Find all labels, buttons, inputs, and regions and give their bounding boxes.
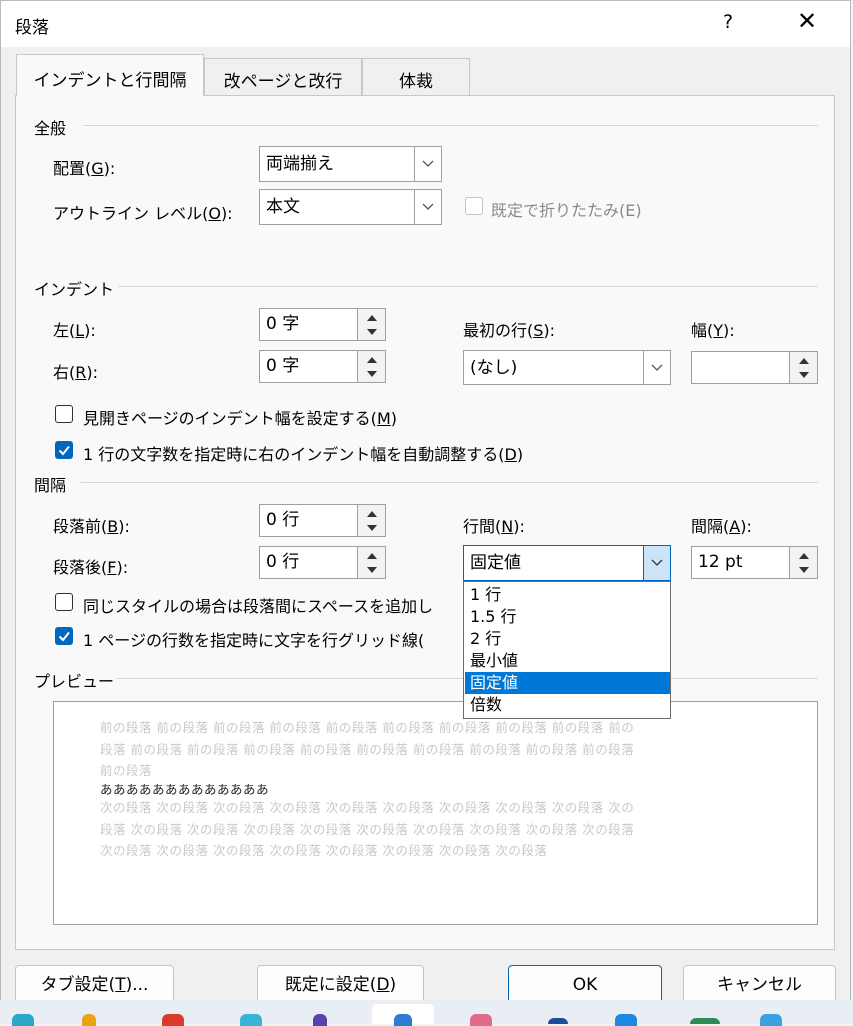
- auto-adjust-indent-label: 1 行の文字数を指定時に右のインデント幅を自動調整する(D): [83, 445, 524, 464]
- taskbar-app-icon[interactable]: [615, 1014, 637, 1026]
- taskbar-app-icon[interactable]: [548, 1018, 568, 1024]
- spacing-before-spinner[interactable]: 0 行: [259, 504, 386, 537]
- cancel-button[interactable]: キャンセル: [683, 965, 836, 1005]
- option-exactly[interactable]: 固定値: [465, 672, 670, 694]
- collapse-default-checkbox[interactable]: [465, 197, 483, 215]
- word-app-icon[interactable]: [394, 1014, 412, 1026]
- first-line-select[interactable]: (なし): [463, 350, 671, 385]
- option-double[interactable]: 2 行: [465, 628, 670, 650]
- taskbar-app-icon[interactable]: [240, 1014, 262, 1026]
- group-heading-indent: インデント: [34, 280, 115, 299]
- alignment-select[interactable]: 両端揃え: [259, 146, 442, 182]
- spin-down-icon[interactable]: [790, 368, 817, 384]
- tab-line-page-breaks[interactable]: 改ページと改行: [204, 58, 362, 95]
- chevron-down-icon[interactable]: [414, 190, 441, 224]
- spacing-before-label: 段落前(B):: [53, 517, 130, 536]
- preview-line: 次の段落 次の段落 次の段落 次の段落 次の段落 次の段落 次の段落 次の段落 …: [100, 800, 635, 815]
- ok-button[interactable]: OK: [508, 965, 662, 1005]
- chevron-down-icon[interactable]: [643, 351, 670, 384]
- snap-to-grid-checkbox[interactable]: [55, 627, 73, 645]
- mirror-indents-label: 見開きページのインデント幅を設定する(M): [83, 409, 397, 428]
- collapse-default-label: 既定で折りたたみ(E): [491, 201, 642, 220]
- help-button[interactable]: ?: [723, 11, 733, 33]
- group-heading-spacing: 間隔: [34, 476, 67, 495]
- title-bar: 段落 ? ✕: [1, 1, 850, 47]
- taskbar-app-icon[interactable]: [470, 1014, 492, 1026]
- taskbar-app-icon[interactable]: [162, 1014, 184, 1026]
- chevron-down-icon[interactable]: [414, 147, 441, 181]
- spacing-at-spinner[interactable]: 12 pt: [691, 546, 818, 579]
- spacing-after-label: 段落後(F):: [53, 558, 129, 577]
- taskbar-app-icon[interactable]: [690, 1018, 720, 1024]
- tab-asian-typography[interactable]: 体裁: [362, 58, 470, 95]
- spin-down-icon[interactable]: [358, 521, 385, 537]
- preview-line: 段落 次の段落 次の段落 次の段落 次の段落 次の段落 次の段落 次の段落 次の…: [100, 822, 635, 837]
- set-as-default-button[interactable]: 既定に設定(D): [257, 965, 424, 1005]
- tab-indent-spacing[interactable]: インデントと行間隔: [16, 54, 204, 96]
- mirror-indents-checkbox[interactable]: [55, 405, 73, 423]
- alignment-label: 配置(G):: [53, 159, 116, 178]
- outline-level-label: アウトライン レベル(O):: [53, 204, 233, 223]
- line-spacing-select[interactable]: 固定値: [463, 545, 671, 581]
- option-at-least[interactable]: 最小値: [465, 650, 670, 672]
- preview-box: 前の段落 前の段落 前の段落 前の段落 前の段落 前の段落 前の段落 前の段落 …: [53, 701, 818, 925]
- spacing-at-label: 間隔(A):: [691, 517, 752, 536]
- line-spacing-label: 行間(N):: [463, 517, 525, 536]
- checkmark-icon: [58, 631, 70, 642]
- no-space-same-style-label: 同じスタイルの場合は段落間にスペースを追加し: [83, 597, 434, 616]
- outline-level-select[interactable]: 本文: [259, 189, 442, 225]
- indent-width-label: 幅(Y):: [691, 321, 735, 340]
- spin-up-icon[interactable]: [358, 351, 385, 367]
- close-button[interactable]: ✕: [797, 7, 817, 35]
- first-line-label: 最初の行(S):: [463, 321, 556, 340]
- spin-down-icon[interactable]: [358, 563, 385, 579]
- preview-line: 前の段落 前の段落 前の段落 前の段落 前の段落 前の段落 前の段落 前の段落 …: [100, 720, 635, 735]
- taskbar-app-icon[interactable]: [313, 1014, 327, 1026]
- spin-down-icon[interactable]: [790, 563, 817, 579]
- line-spacing-dropdown-list: 1 行 1.5 行 2 行 最小値 固定値 倍数: [463, 581, 671, 719]
- preview-line: 前の段落: [100, 763, 153, 778]
- spin-down-icon[interactable]: [358, 367, 385, 383]
- spin-up-icon[interactable]: [358, 547, 385, 563]
- indent-left-label: 左(L):: [53, 321, 96, 340]
- taskbar-app-icon[interactable]: [82, 1014, 96, 1026]
- spin-up-icon[interactable]: [358, 309, 385, 325]
- group-heading-preview: プレビュー: [34, 672, 115, 691]
- spin-up-icon[interactable]: [358, 505, 385, 521]
- indent-left-spinner[interactable]: 0 字: [259, 308, 386, 341]
- group-heading-general: 全般: [34, 119, 67, 138]
- taskbar: [0, 1000, 853, 1026]
- chevron-down-icon[interactable]: [643, 546, 670, 580]
- preview-line: 次の段落 次の段落 次の段落 次の段落 次の段落 次の段落 次の段落 次の段落: [100, 843, 548, 858]
- snap-to-grid-label: 1 ページの行数を指定時に文字を行グリッド線(: [83, 631, 425, 650]
- option-multiple[interactable]: 倍数: [465, 694, 670, 716]
- spacing-after-spinner[interactable]: 0 行: [259, 546, 386, 579]
- spin-down-icon[interactable]: [358, 325, 385, 341]
- preview-line-current: あああああああああああああ: [100, 782, 270, 797]
- paragraph-dialog: 段落 ? ✕ インデントと行間隔 改ページと改行 体裁 全般 配置(G): 両端…: [0, 0, 851, 1005]
- taskbar-app-icon[interactable]: [12, 1014, 34, 1026]
- indent-right-spinner[interactable]: 0 字: [259, 350, 386, 383]
- tabs-button[interactable]: タブ設定(T)...: [15, 965, 174, 1005]
- option-1-5[interactable]: 1.5 行: [465, 606, 670, 628]
- spin-up-icon[interactable]: [790, 547, 817, 563]
- auto-adjust-indent-checkbox[interactable]: [55, 441, 73, 459]
- no-space-same-style-checkbox[interactable]: [55, 593, 73, 611]
- taskbar-app-icon[interactable]: [760, 1014, 782, 1026]
- checkmark-icon: [58, 445, 70, 456]
- dialog-title: 段落: [15, 18, 49, 38]
- indent-width-spinner[interactable]: [691, 351, 818, 384]
- preview-line: 段落 前の段落 前の段落 前の段落 前の段落 前の段落 前の段落 前の段落 前の…: [100, 742, 635, 757]
- option-single[interactable]: 1 行: [465, 584, 670, 606]
- spin-up-icon[interactable]: [790, 352, 817, 368]
- indent-right-label: 右(R):: [53, 363, 99, 382]
